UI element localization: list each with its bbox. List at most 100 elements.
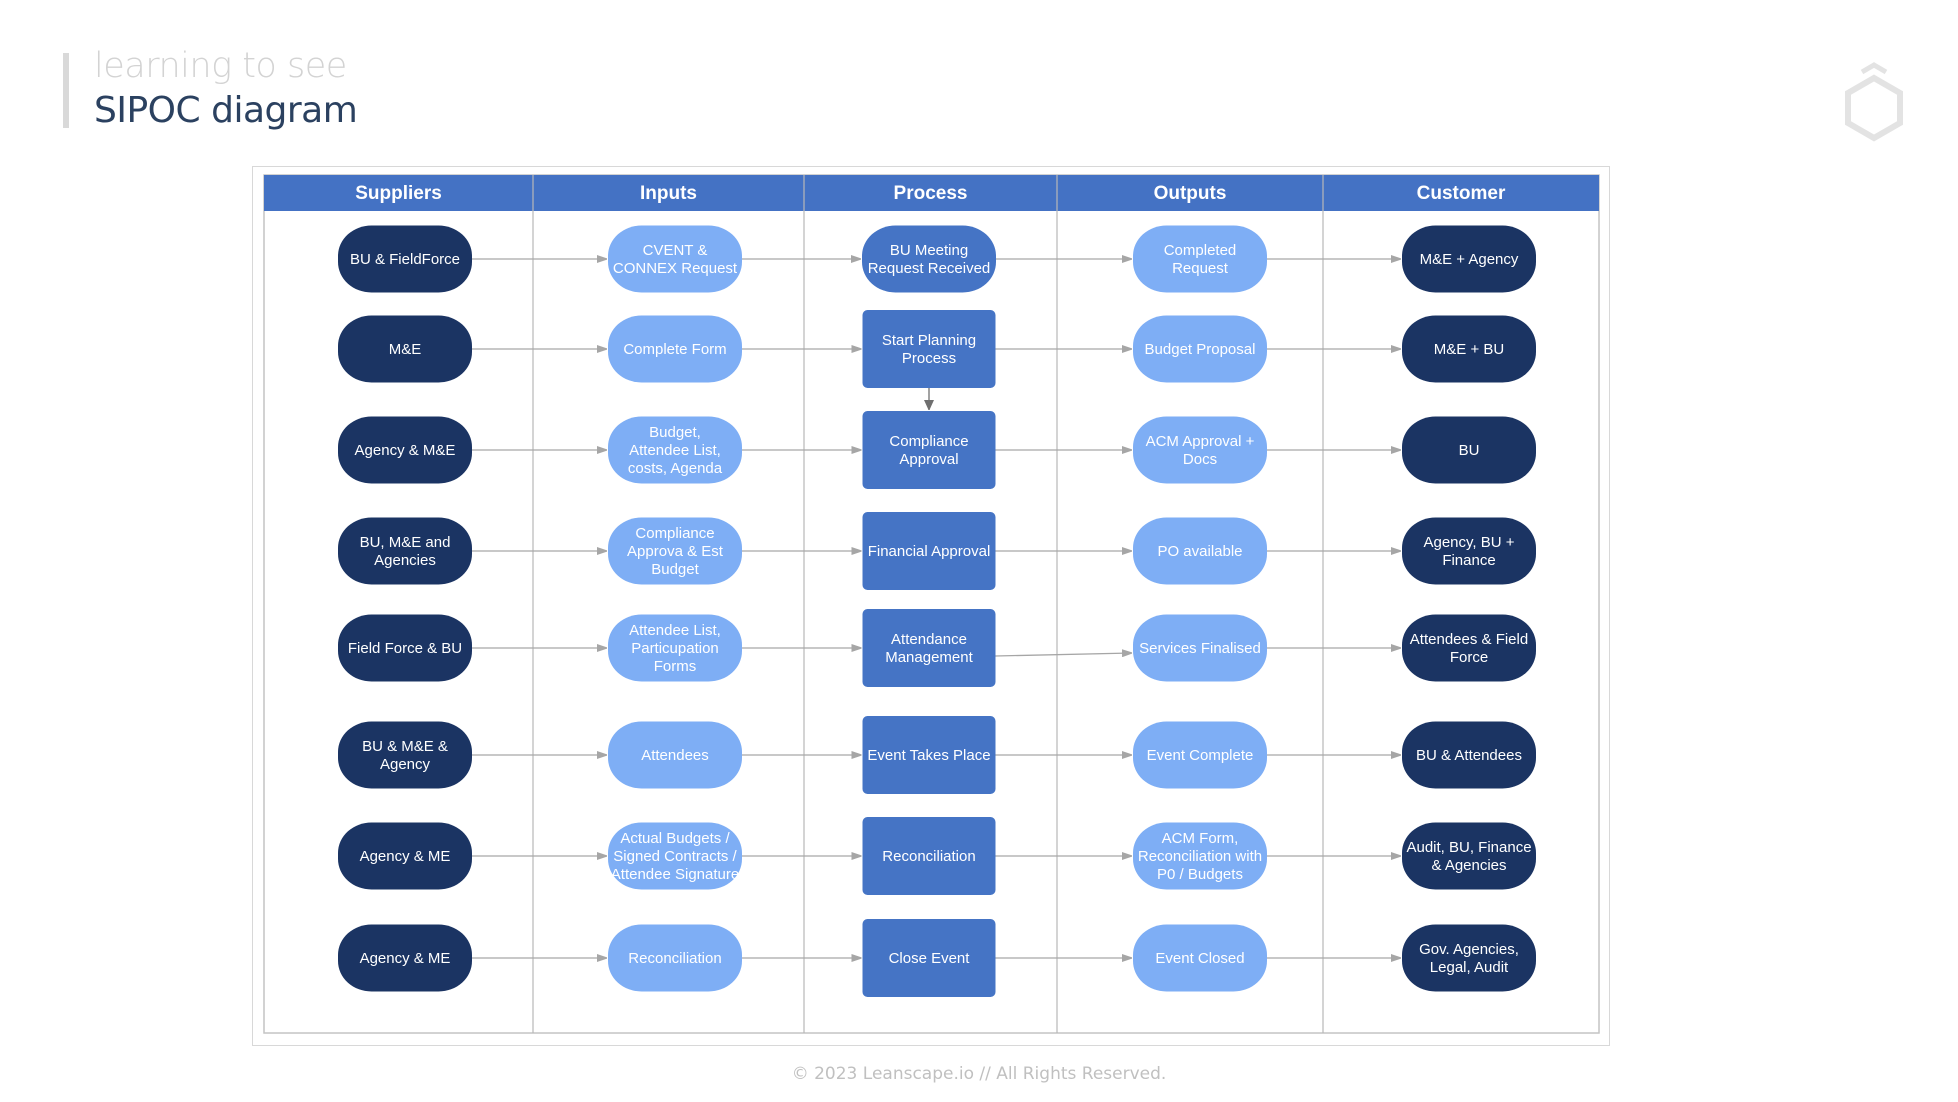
node-inputs[interactable]: Reconciliation (608, 924, 742, 992)
node-label: Management (885, 649, 973, 666)
node-shape (338, 517, 472, 585)
node-customer[interactable]: Agency, BU +Finance (1402, 517, 1536, 585)
node-label: Reconciliation (882, 848, 975, 865)
node-shape (1402, 822, 1536, 890)
node-label: Compliance (889, 433, 968, 450)
node-label: ACM Form, (1162, 830, 1239, 847)
node-label: Audit, BU, Finance (1406, 839, 1531, 856)
node-process[interactable]: Financial Approval (862, 512, 996, 590)
node-label: Agency & ME (360, 950, 451, 967)
node-outputs[interactable]: Event Complete (1133, 721, 1267, 789)
node-process[interactable]: BU MeetingRequest Received (862, 225, 996, 293)
node-label: Field Force & BU (348, 640, 462, 657)
node-process[interactable]: Close Event (862, 919, 996, 997)
node-label: Financial Approval (868, 543, 991, 560)
node-label: BU & M&E & (362, 738, 448, 755)
node-label: PO available (1157, 543, 1242, 560)
table-border (263, 174, 1600, 1034)
node-label: Attendees (641, 747, 709, 764)
node-customer[interactable]: BU (1402, 416, 1536, 484)
node-label: BU & Attendees (1416, 747, 1522, 764)
node-label: ACM Approval + (1146, 433, 1255, 450)
node-shape (862, 609, 996, 687)
node-shape (1402, 924, 1536, 992)
column-header-outputs: Outputs (1154, 183, 1227, 204)
node-shape (1402, 614, 1536, 682)
node-label: CONNEX Request (613, 260, 738, 277)
node-label: Agency (380, 756, 431, 773)
node-process[interactable]: ComplianceApproval (862, 411, 996, 489)
node-label: Budget, (649, 424, 701, 441)
node-inputs[interactable]: ComplianceApprova & EstBudget (608, 517, 742, 585)
node-customer[interactable]: M&E + BU (1402, 315, 1536, 383)
node-outputs[interactable]: Services Finalised (1133, 614, 1267, 682)
node-label: Agency, BU + (1423, 534, 1514, 551)
node-suppliers[interactable]: BU & FieldForce (338, 225, 472, 293)
column-header-process: Process (894, 183, 968, 204)
node-label: M&E + BU (1434, 341, 1504, 358)
node-customer[interactable]: BU & Attendees (1402, 721, 1536, 789)
node-label: Attendee List, (629, 622, 721, 639)
node-customer[interactable]: M&E + Agency (1402, 225, 1536, 293)
node-outputs[interactable]: PO available (1133, 517, 1267, 585)
node-label: Close Event (889, 950, 971, 967)
node-suppliers[interactable]: M&E (338, 315, 472, 383)
node-suppliers[interactable]: Agency & ME (338, 822, 472, 890)
node-inputs[interactable]: Budget,Attendee List,costs, Agenda (608, 416, 742, 484)
node-shape (1133, 416, 1267, 484)
node-suppliers[interactable]: Agency & M&E (338, 416, 472, 484)
node-label: BU, M&E and (360, 534, 451, 551)
node-inputs[interactable]: Complete Form (608, 315, 742, 383)
node-label: Attendees & Field (1410, 631, 1528, 648)
node-label: P0 / Budgets (1157, 866, 1243, 883)
node-label: Docs (1183, 451, 1217, 468)
node-outputs[interactable]: Budget Proposal (1133, 315, 1267, 383)
node-inputs[interactable]: Actual Budgets /Signed Contracts /Attend… (608, 822, 742, 890)
node-suppliers[interactable]: BU, M&E andAgencies (338, 517, 472, 585)
node-label: Actual Budgets / (620, 830, 730, 847)
node-process[interactable]: Event Takes Place (862, 716, 996, 794)
column-header-customer: Customer (1417, 183, 1506, 204)
node-shape (608, 225, 742, 293)
node-outputs[interactable]: CompletedRequest (1133, 225, 1267, 293)
node-label: Approval (899, 451, 958, 468)
node-process[interactable]: Start PlanningProcess (862, 310, 996, 388)
node-process[interactable]: AttendanceManagement (862, 609, 996, 687)
node-customer[interactable]: Audit, BU, Finance& Agencies (1402, 822, 1536, 890)
column-header-suppliers: Suppliers (355, 183, 442, 204)
node-label: Services Finalised (1139, 640, 1261, 657)
node-inputs[interactable]: CVENT &CONNEX Request (608, 225, 742, 293)
node-suppliers[interactable]: BU & M&E &Agency (338, 721, 472, 789)
node-label: Signed Contracts / (613, 848, 737, 865)
node-outputs[interactable]: ACM Approval +Docs (1133, 416, 1267, 484)
node-label: Request (1172, 260, 1229, 277)
node-process[interactable]: Reconciliation (862, 817, 996, 895)
node-outputs[interactable]: Event Closed (1133, 924, 1267, 992)
node-customer[interactable]: Gov. Agencies,Legal, Audit (1402, 924, 1536, 992)
footer-copyright: © 2023 Leanscape.io // All Rights Reserv… (791, 1064, 1167, 1084)
node-label: Budget (651, 561, 699, 578)
node-suppliers[interactable]: Field Force & BU (338, 614, 472, 682)
node-label: Reconciliation (628, 950, 721, 967)
node-inputs[interactable]: Attendee List,ParticupationForms (608, 614, 742, 682)
node-label: BU (1459, 442, 1480, 459)
node-label: & Agencies (1431, 857, 1506, 874)
node-customer[interactable]: Attendees & FieldForce (1402, 614, 1536, 682)
node-label: Agency & M&E (355, 442, 456, 459)
node-label: Particupation (631, 640, 719, 657)
node-shape (338, 721, 472, 789)
node-label: Start Planning (882, 332, 976, 349)
node-label: Budget Proposal (1145, 341, 1256, 358)
node-label: M&E (389, 341, 422, 358)
node-label: Completed (1164, 242, 1237, 259)
node-suppliers[interactable]: Agency & ME (338, 924, 472, 992)
node-label: Compliance (635, 525, 714, 542)
node-label: BU Meeting (890, 242, 968, 259)
node-outputs[interactable]: ACM Form,Reconciliation withP0 / Budgets (1133, 822, 1267, 890)
node-label: Approva & Est (627, 543, 724, 560)
node-label: Attendee List, (629, 442, 721, 459)
node-shape (862, 310, 996, 388)
node-inputs[interactable]: Attendees (608, 721, 742, 789)
node-label: Event Complete (1147, 747, 1254, 764)
node-shape (1402, 517, 1536, 585)
